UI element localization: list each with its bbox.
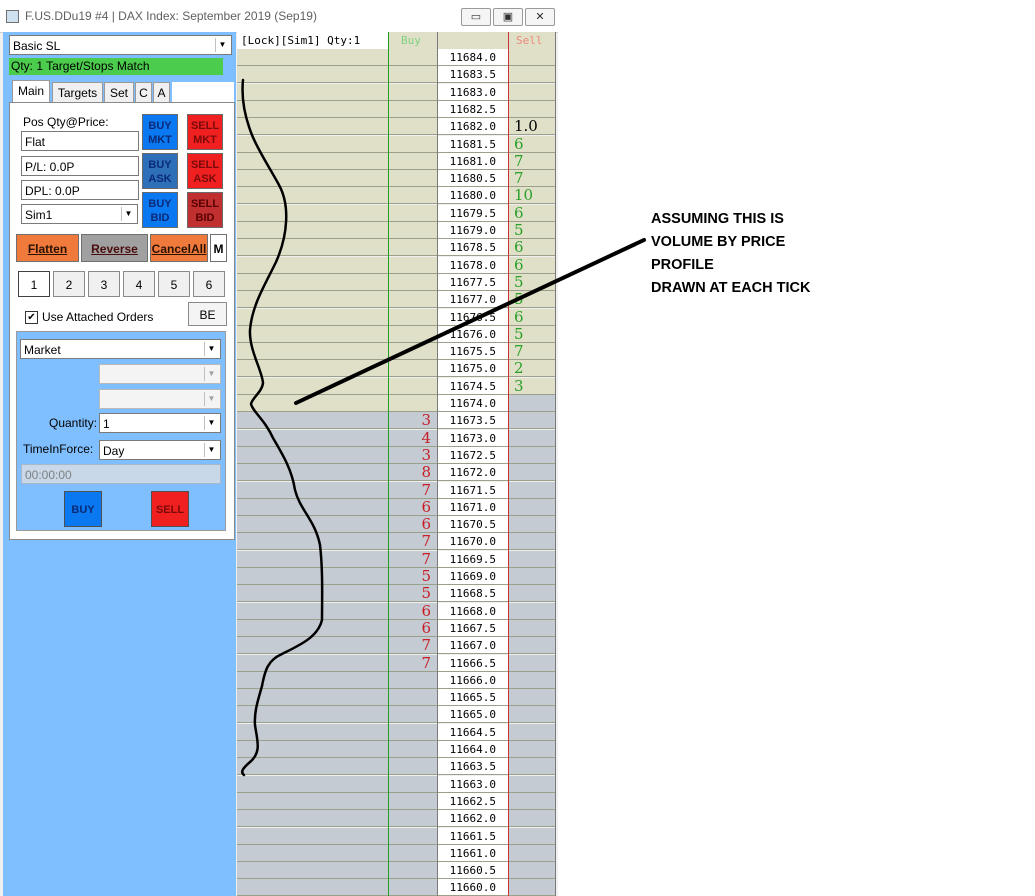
annotation-overlay [241,78,646,777]
annotation-line: ASSUMING THIS IS [651,211,784,227]
volume-profile-curve [241,78,324,777]
annotation-line: PROFILE [651,257,714,273]
annotation-line: DRAWN AT EACH TICK [651,280,811,296]
annotation-line: VOLUME BY PRICE [651,234,786,250]
annotation-text: ASSUMING THIS IS VOLUME BY PRICE PROFILE… [651,208,811,300]
annotation-arrow-line [294,238,646,405]
